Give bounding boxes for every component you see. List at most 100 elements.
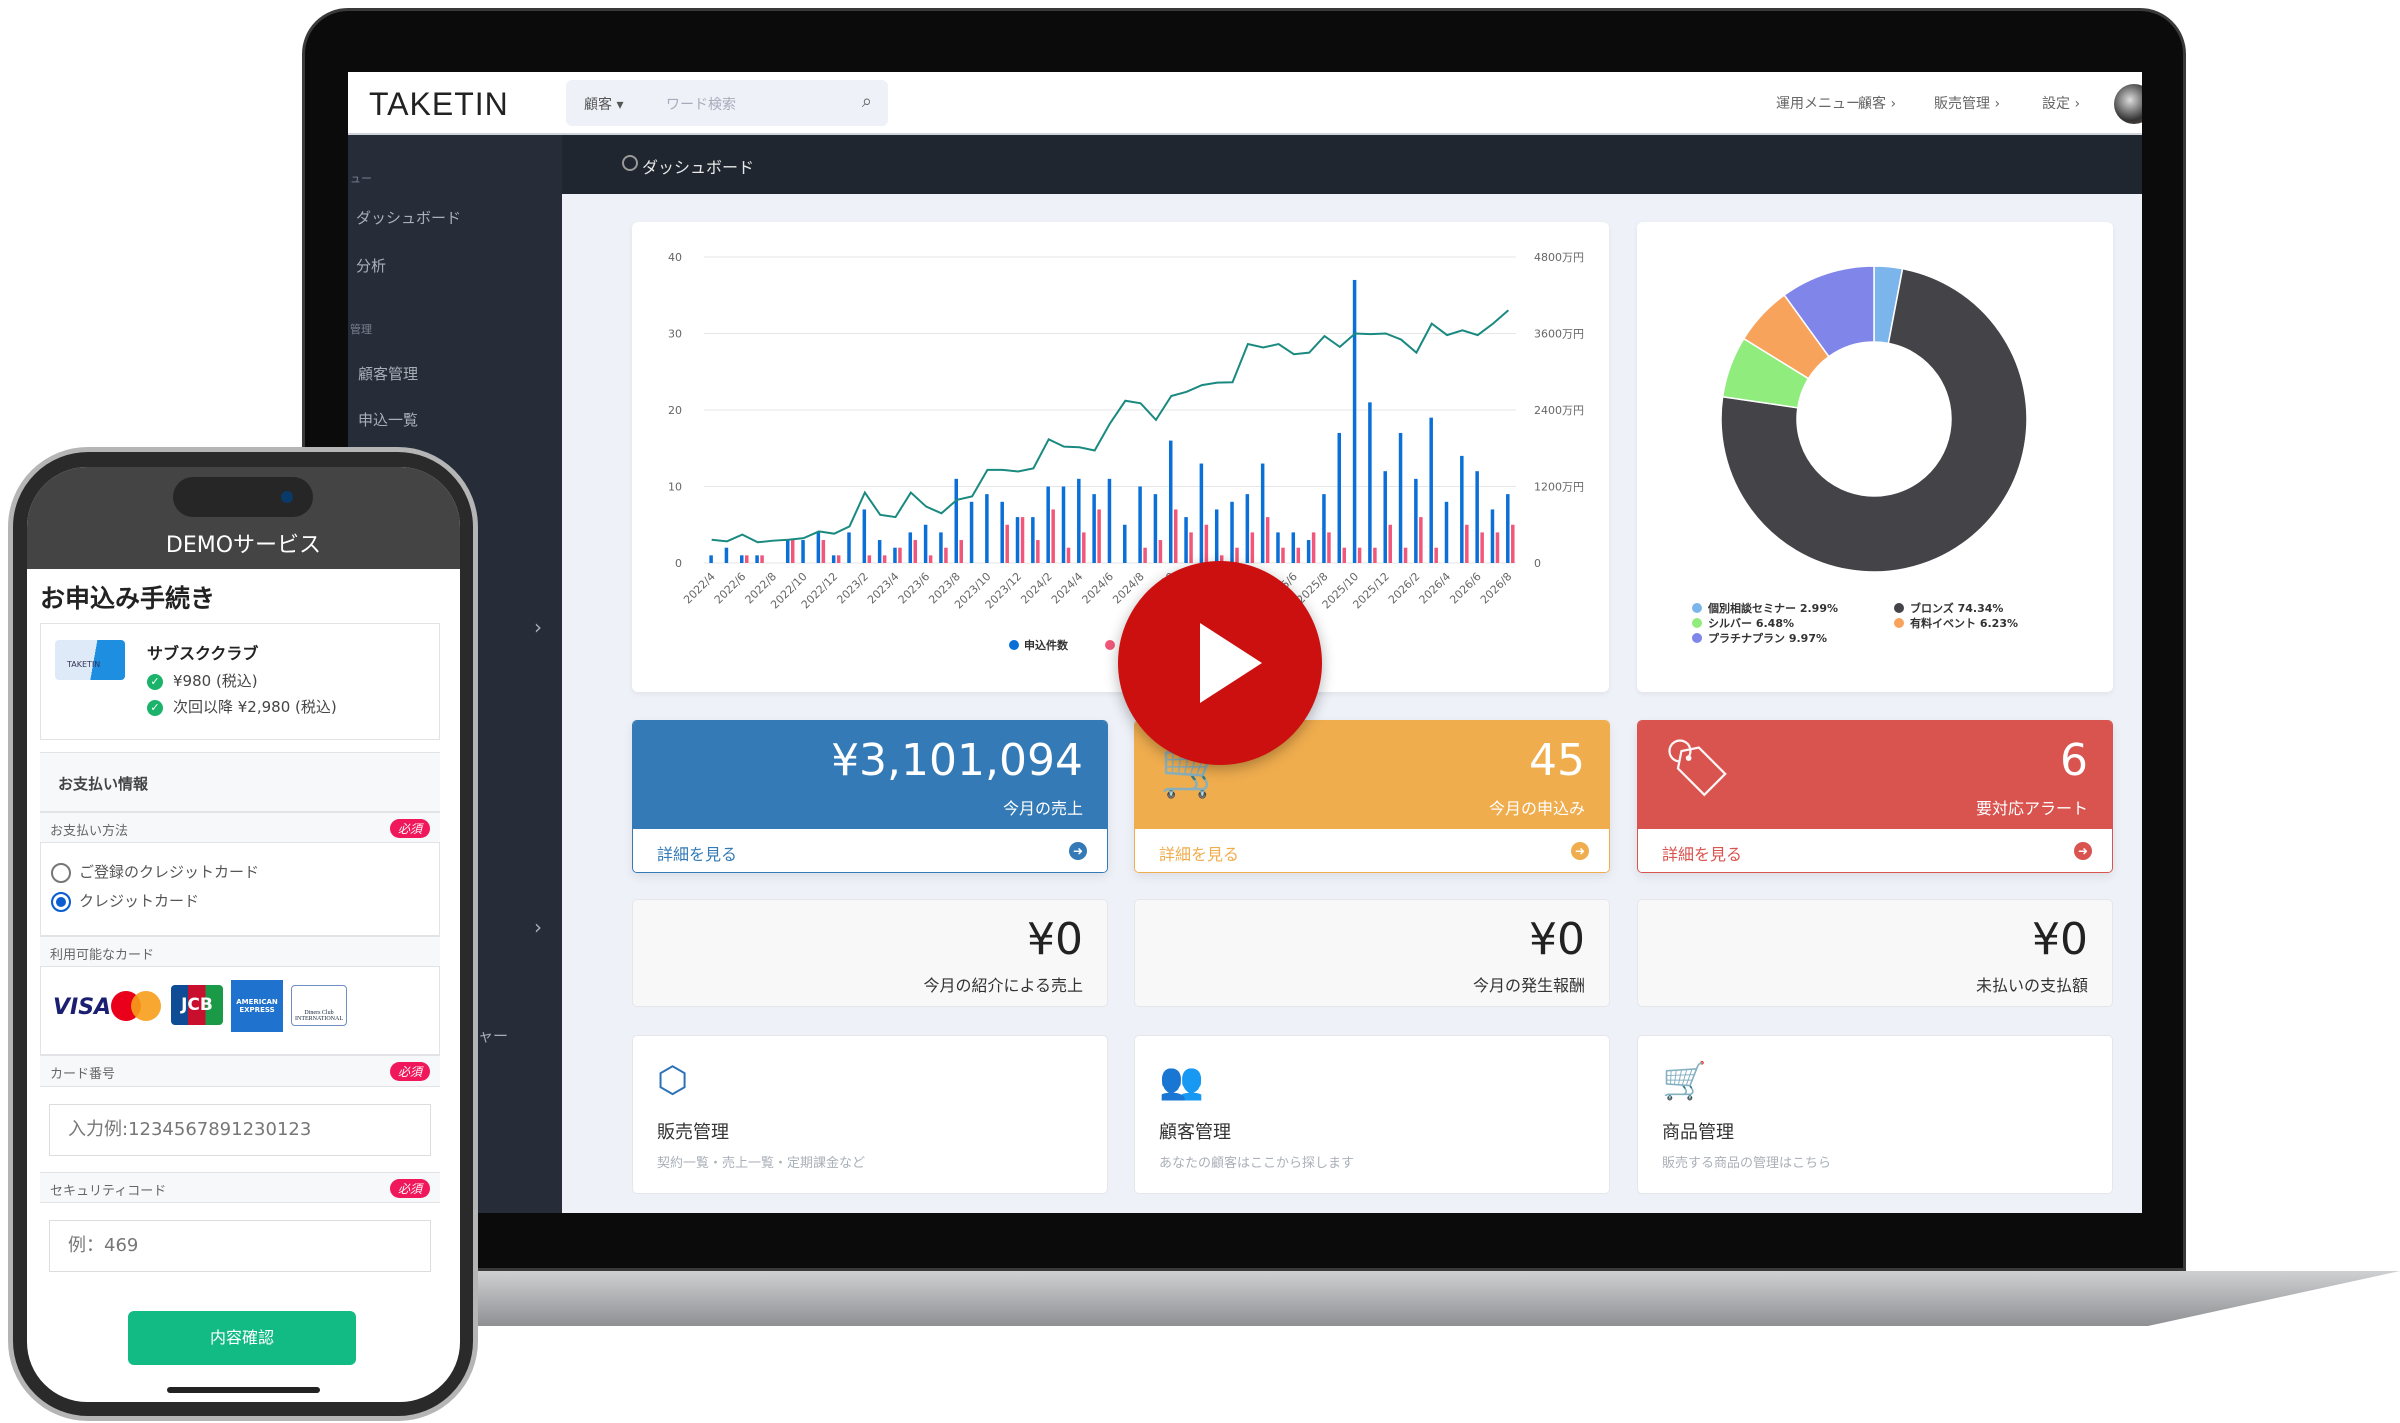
avatar[interactable] xyxy=(2114,84,2142,124)
bar-series-2 xyxy=(913,540,918,563)
nav-customers[interactable]: 顧客 › xyxy=(1858,93,1896,113)
right-axis-tick: 4800万円 xyxy=(1534,251,1584,264)
page-title-bar: ダッシュボード xyxy=(562,135,2142,194)
payment-method-row: お支払い方法 必須 xyxy=(40,812,440,843)
x-axis-tick: 2024/4 xyxy=(1049,570,1086,607)
summary-value: ¥0 xyxy=(2032,914,2088,965)
bar-applications xyxy=(1214,509,1219,563)
shortcut-subtitle: 契約一覧・売上一覧・定期課金など xyxy=(657,1156,866,1171)
sidebar-item-customers[interactable]: 顧客管理 xyxy=(358,363,418,384)
shortcut-card[interactable]: 🛒 商品管理 販売する商品の管理はこちら xyxy=(1637,1035,2113,1194)
bar-series-2 xyxy=(867,555,872,563)
bar-series-2 xyxy=(1434,547,1438,563)
shortcut-subtitle: 販売する商品の管理はこちら xyxy=(1662,1156,1832,1171)
phone-header: DEMOサービス xyxy=(27,467,460,569)
bar-series-2 xyxy=(1342,547,1347,563)
bar-applications xyxy=(923,524,928,563)
summary-label: 今月の紹介による売上 xyxy=(923,976,1083,995)
bar-series-2 xyxy=(944,547,948,563)
bar-series-2 xyxy=(1311,532,1316,563)
bar-series-2 xyxy=(1403,547,1408,563)
stat-label: 今月の申込み xyxy=(1488,799,1585,818)
card-number-input[interactable]: 入力例:1234567891230123 xyxy=(49,1104,431,1156)
stat-value: 45 xyxy=(1529,735,1585,786)
bar-series-2 xyxy=(1357,547,1362,563)
page-title: ダッシュボード xyxy=(642,158,755,177)
right-axis-tick: 0 xyxy=(1534,557,1541,570)
arrow-circle-right-icon[interactable]: ➜ xyxy=(1571,842,1589,860)
bar-applications xyxy=(1153,494,1158,563)
search-input[interactable]: ワード検索 xyxy=(666,94,736,114)
bar-series-2 xyxy=(836,555,841,563)
sidebar-item-dashboard[interactable]: ダッシュボード xyxy=(356,207,461,228)
arrow-circle-right-icon[interactable]: ➜ xyxy=(2074,842,2092,860)
sidebar-item-partial[interactable]: ャー xyxy=(478,1025,508,1046)
stat-label: 要対応アラート xyxy=(1975,799,2088,818)
search-icon[interactable]: ⌕ xyxy=(862,91,872,112)
tags-icon: 🏷 xyxy=(1662,736,1734,801)
x-axis-tick: 2026/6 xyxy=(1447,570,1484,607)
bar-series-2 xyxy=(821,540,826,563)
radio-label: ご登録のクレジットカード xyxy=(79,863,260,881)
summary-card: ¥0 未払いの支払額 xyxy=(1637,899,2113,1007)
bar-applications xyxy=(1398,432,1403,563)
bar-series-2 xyxy=(1158,540,1163,563)
legend-marker xyxy=(1894,603,1904,613)
search-bar[interactable]: 顧客 ▾ ワード検索 ⌕ xyxy=(566,80,888,126)
bar-applications xyxy=(1061,486,1066,563)
radio-label: クレジットカード xyxy=(79,892,200,910)
left-axis-tick: 30 xyxy=(668,328,682,341)
legend-label: ブロンズ 74.34% xyxy=(1910,601,2003,615)
sidebar-item-analysis[interactable]: 分析 xyxy=(356,255,386,276)
view-details-link[interactable]: 詳細を見る ➜ xyxy=(633,829,1107,872)
legend-marker xyxy=(1105,640,1115,650)
bar-applications xyxy=(1046,486,1050,563)
shortcut-card[interactable]: 👥 顧客管理 あなたの顧客はここから探します xyxy=(1134,1035,1610,1194)
bar-applications xyxy=(1414,478,1418,563)
phone-notch xyxy=(173,477,313,517)
nav-operation-menu[interactable]: 運用メニュー › xyxy=(1776,93,1870,113)
view-details-link[interactable]: 詳細を見る ➜ xyxy=(1135,829,1609,872)
x-axis-tick: 2022/4 xyxy=(681,570,718,607)
view-details-link[interactable]: 詳細を見る ➜ xyxy=(1638,829,2112,872)
security-code-input[interactable]: 例：469 xyxy=(49,1220,431,1272)
bar-applications xyxy=(1444,501,1449,563)
bar-applications xyxy=(1260,463,1265,563)
sidebar-item-applications[interactable]: 申込一覧 xyxy=(358,409,418,430)
bar-series-2 xyxy=(1388,524,1392,563)
bar-series-2 xyxy=(1082,532,1086,563)
nav-sales[interactable]: 販売管理 › xyxy=(1934,93,2000,113)
payment-method-options: ご登録のクレジットカード クレジットカード xyxy=(40,843,440,936)
radio-credit-card[interactable]: クレジットカード xyxy=(51,890,199,912)
bar-applications xyxy=(1429,417,1433,563)
bar-series-2 xyxy=(898,547,902,563)
plan-donut-chart: 個別相談セミナー 2.99% ブロンズ 74.34% シルバー 6.48% 有料イベン… xyxy=(1692,265,2028,645)
search-category-select[interactable]: 顧客 ▾ xyxy=(584,94,623,114)
radio-saved-card[interactable]: ご登録のクレジットカード xyxy=(51,861,259,883)
chevron-right-icon[interactable]: › xyxy=(534,615,542,639)
bar-applications xyxy=(709,555,713,563)
bar-applications xyxy=(801,540,805,563)
bar-applications xyxy=(1506,494,1510,563)
confirm-button[interactable]: 内容確認 xyxy=(128,1311,356,1365)
video-play-button[interactable] xyxy=(1118,561,1322,765)
radio-unchecked-icon[interactable] xyxy=(51,862,71,883)
box-icon: ⬡ xyxy=(657,1060,689,1101)
summary-value: ¥0 xyxy=(1027,914,1083,965)
radio-checked-icon[interactable] xyxy=(51,891,71,912)
logo[interactable]: TAKETIN xyxy=(369,86,509,123)
product-name: サブスククラブ xyxy=(147,644,259,663)
chevron-right-icon[interactable]: › xyxy=(534,915,542,939)
shortcut-card[interactable]: ⬡ 販売管理 契約一覧・売上一覧・定期課金など xyxy=(632,1035,1108,1194)
arrow-circle-right-icon[interactable]: ➜ xyxy=(1069,842,1087,860)
bar-applications xyxy=(1337,432,1342,563)
bar-applications xyxy=(1352,279,1357,563)
stat-value: ¥3,101,094 xyxy=(831,735,1083,786)
bar-series-2 xyxy=(1051,509,1055,563)
nav-settings[interactable]: 設定 › xyxy=(2042,93,2080,113)
left-axis-tick: 10 xyxy=(668,481,682,494)
card-number-row: カード番号 必須 xyxy=(40,1055,440,1087)
bar-applications xyxy=(1077,478,1081,563)
search-category-label: 顧客 xyxy=(584,97,612,113)
bar-applications xyxy=(1368,402,1372,563)
